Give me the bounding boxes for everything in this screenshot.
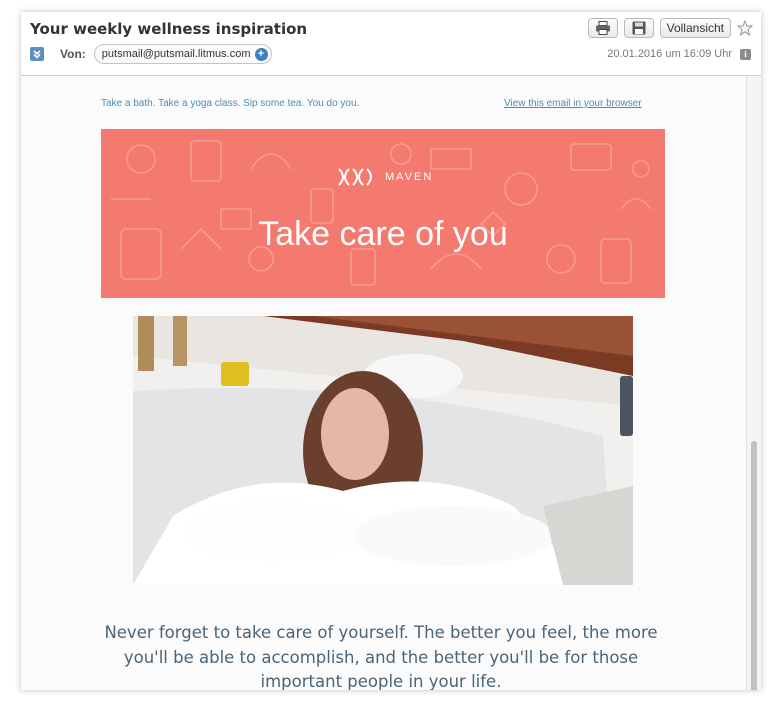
sender-address: putsmail@putsmail.litmus.com	[101, 48, 251, 60]
bath-photo	[133, 316, 633, 585]
vertical-scrollbar[interactable]	[746, 76, 761, 690]
scrollbar-thumb[interactable]	[751, 441, 757, 690]
add-contact-icon[interactable]: +	[254, 47, 268, 61]
save-icon	[632, 21, 646, 35]
email-body: Take a bath. Take a yoga class. Sip some…	[21, 76, 747, 690]
star-icon	[737, 20, 753, 36]
collapse-header-button[interactable]	[30, 47, 44, 61]
banner-title: Take care of you	[258, 215, 508, 253]
sender-address-pill[interactable]: putsmail@putsmail.litmus.com +	[93, 44, 272, 64]
view-in-browser-link[interactable]: View this email in your browser	[504, 98, 642, 109]
mail-header: Your weekly wellness inspiration Vollans…	[21, 12, 761, 76]
header-toolbar: Vollansicht	[587, 18, 753, 38]
from-row: Von: putsmail@putsmail.litmus.com +	[30, 44, 272, 64]
collapse-icon	[33, 50, 41, 59]
favorite-button[interactable]	[737, 20, 753, 36]
email-subject: Your weekly wellness inspiration	[30, 20, 308, 38]
full-view-button[interactable]: Vollansicht	[659, 18, 731, 38]
bath-illustration	[133, 316, 633, 585]
from-label: Von:	[60, 47, 86, 61]
maven-logo-icon	[338, 168, 372, 186]
preheader-text: Take a bath. Take a yoga class. Sip some…	[101, 98, 360, 109]
hero-banner: MAVEN Take care of you	[101, 129, 665, 298]
save-button[interactable]	[623, 18, 654, 38]
brand-name: MAVEN	[385, 171, 434, 183]
email-date: 20.01.2016 um 16:09 Uhr	[607, 48, 732, 60]
info-icon[interactable]: i	[740, 48, 751, 60]
print-button[interactable]	[587, 18, 618, 38]
body-paragraph: Never forget to take care of yourself. T…	[104, 623, 658, 690]
print-icon	[595, 21, 610, 35]
date-row: 20.01.2016 um 16:09 Uhr i	[607, 48, 751, 60]
mail-window: Your weekly wellness inspiration Vollans…	[21, 12, 761, 690]
banner-pattern	[111, 140, 652, 286]
brand-logo: MAVEN	[337, 167, 433, 187]
